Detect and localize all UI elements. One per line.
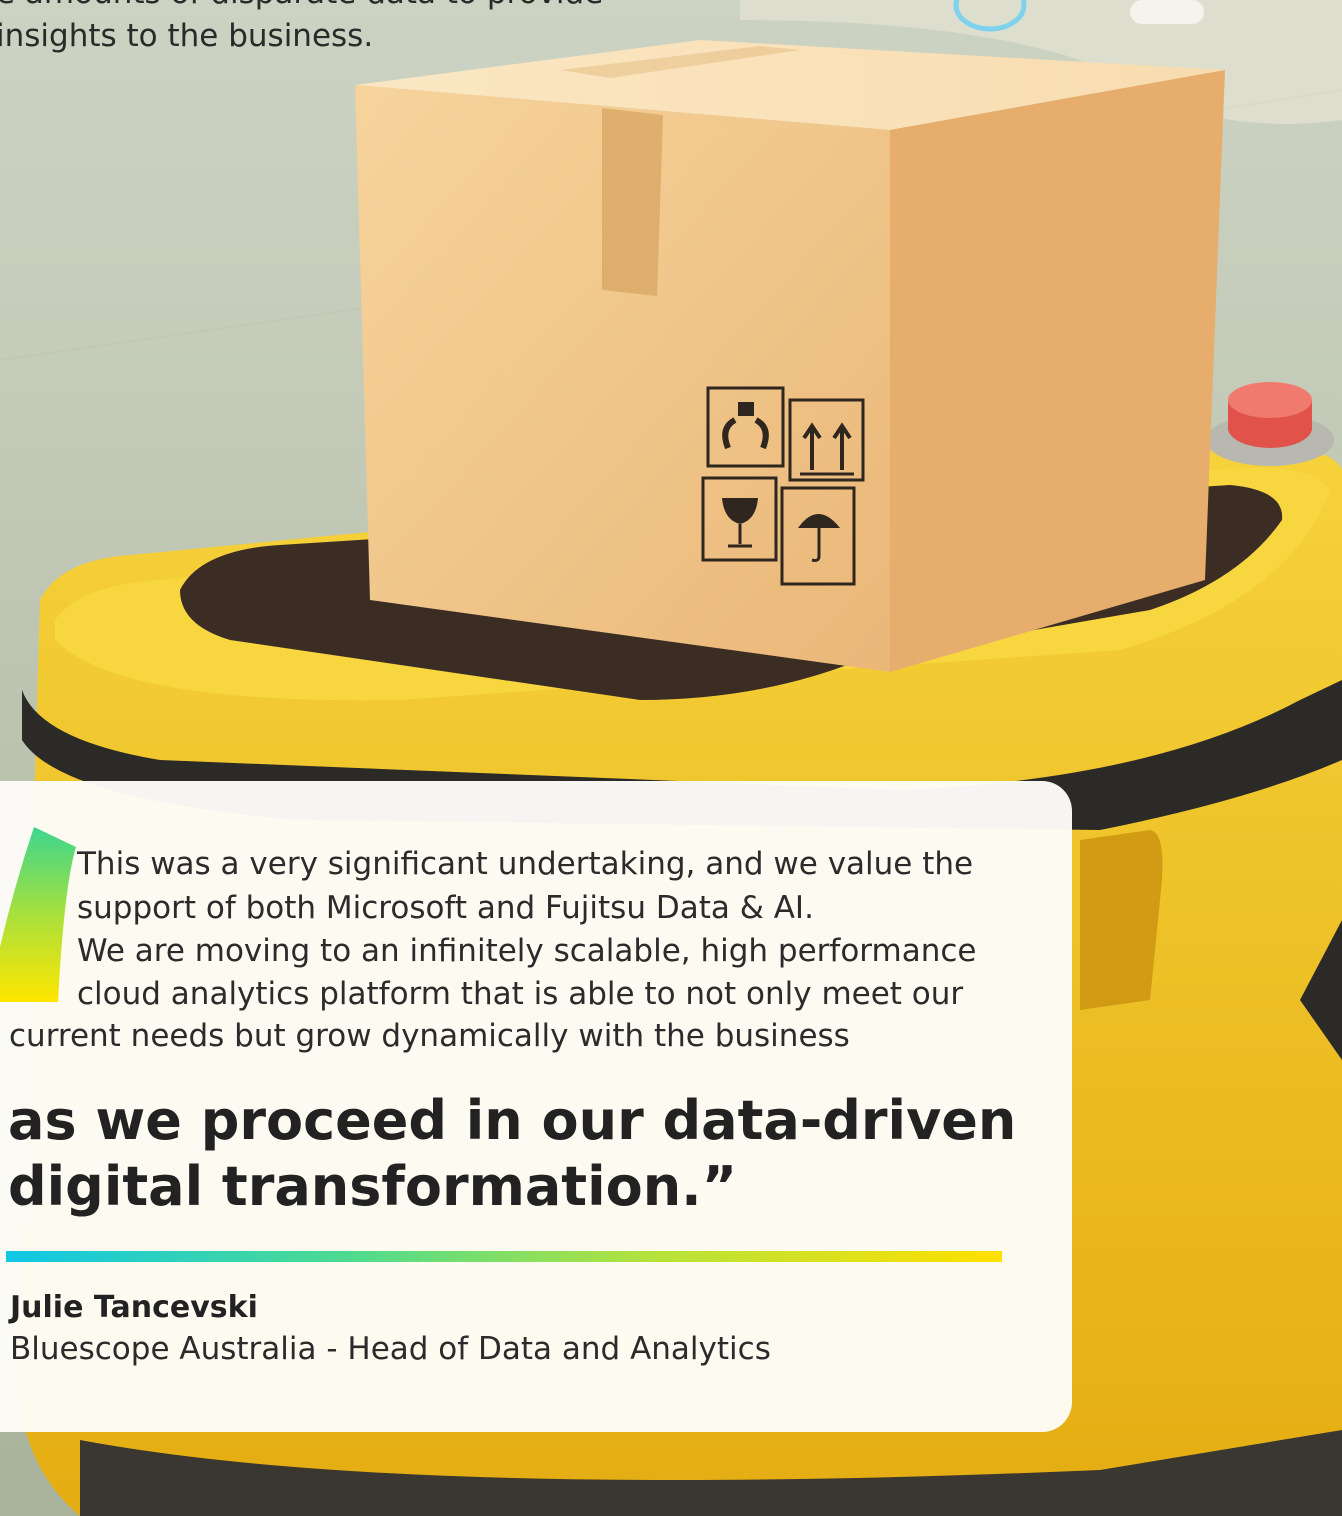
quote-mark-icon: [0, 827, 76, 1002]
quote-text-line: current needs but grow dynamically with …: [9, 1018, 850, 1054]
quote-text-line: support of both Microsoft and Fujitsu Da…: [77, 890, 814, 926]
gradient-divider: [6, 1251, 1002, 1262]
quote-headline: as we proceed in our data-driven digital…: [8, 1088, 1016, 1220]
intro-line: insights to the business.: [0, 18, 374, 54]
intro-line: e amounts of disparate data to provide: [0, 0, 603, 15]
quote-text-line: cloud analytics platform that is able to…: [77, 976, 964, 1012]
quote-text-line: We are moving to an infinitely scalable,…: [77, 933, 977, 969]
author-name: Julie Tancevski: [10, 1290, 258, 1325]
headline-line: as we proceed in our data-driven: [8, 1089, 1017, 1152]
headline-line: digital transformation.”: [8, 1155, 738, 1218]
author-role: Bluescope Australia - Head of Data and A…: [10, 1331, 771, 1367]
intro-text: e amounts of disparate data to provide i…: [0, 0, 603, 58]
quote-text-line: This was a very significant undertaking,…: [77, 846, 974, 882]
